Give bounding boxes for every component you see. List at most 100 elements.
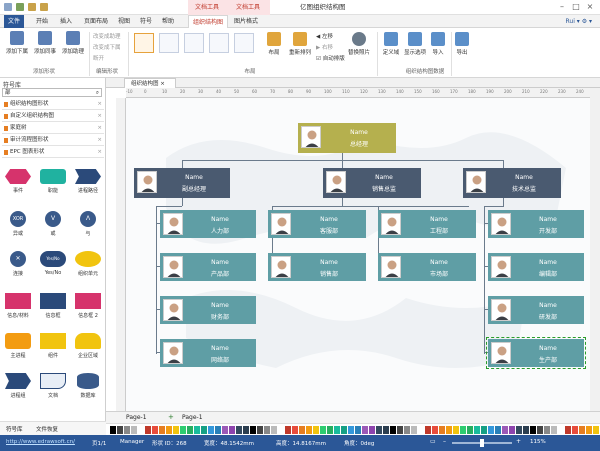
- vertical-scrollbar[interactable]: [590, 88, 600, 411]
- color-swatch[interactable]: [446, 426, 452, 434]
- color-swatch[interactable]: [187, 426, 193, 434]
- shape-connector[interactable]: ✕ 连接: [2, 251, 34, 277]
- color-swatch[interactable]: [285, 426, 291, 434]
- color-swatch[interactable]: [432, 426, 438, 434]
- undo-icon[interactable]: [28, 3, 36, 11]
- close-icon[interactable]: ×: [97, 135, 102, 146]
- tab-file-recovery[interactable]: 文件恢复: [36, 425, 58, 433]
- layout-style-4[interactable]: [209, 33, 229, 53]
- color-swatch[interactable]: [138, 426, 144, 434]
- color-swatch[interactable]: [565, 426, 571, 434]
- color-swatch[interactable]: [579, 426, 585, 434]
- color-palette[interactable]: [106, 423, 600, 435]
- color-swatch[interactable]: [229, 426, 235, 434]
- color-swatch[interactable]: [110, 426, 116, 434]
- shape-yes-no[interactable]: Yes/No Yes/No: [37, 251, 69, 276]
- color-swatch[interactable]: [236, 426, 242, 434]
- color-swatch[interactable]: [313, 426, 319, 434]
- shape-and[interactable]: Λ与: [72, 211, 104, 237]
- color-swatch[interactable]: [292, 426, 298, 434]
- search-input[interactable]: 部 ⌕: [2, 88, 102, 97]
- dept-node[interactable]: Name 工程部: [378, 210, 476, 238]
- color-swatch[interactable]: [439, 426, 445, 434]
- color-swatch[interactable]: [397, 426, 403, 434]
- color-swatch[interactable]: [159, 426, 165, 434]
- color-swatch[interactable]: [495, 426, 501, 434]
- color-swatch[interactable]: [131, 426, 137, 434]
- close-icon[interactable]: ×: [97, 111, 102, 122]
- color-swatch[interactable]: [572, 426, 578, 434]
- disconnect-button[interactable]: 断开: [93, 54, 104, 62]
- vp-node[interactable]: Name 副总经理: [134, 168, 230, 198]
- color-swatch[interactable]: [341, 426, 347, 434]
- dept-node[interactable]: Name 开发部: [488, 210, 584, 238]
- color-swatch[interactable]: [215, 426, 221, 434]
- shape-org-unit[interactable]: 组织单元: [72, 251, 104, 277]
- menu-help[interactable]: 帮助: [158, 15, 178, 28]
- close-icon[interactable]: ×: [160, 81, 165, 87]
- maximize-icon[interactable]: □: [570, 2, 582, 12]
- color-swatch[interactable]: [348, 426, 354, 434]
- color-swatch[interactable]: [208, 426, 214, 434]
- color-swatch[interactable]: [544, 426, 550, 434]
- shape-document[interactable]: 文档: [37, 373, 69, 399]
- color-swatch[interactable]: [355, 426, 361, 434]
- color-swatch[interactable]: [509, 426, 515, 434]
- page-tab-1[interactable]: Page-1: [126, 414, 147, 421]
- color-swatch[interactable]: [152, 426, 158, 434]
- fit-page-icon[interactable]: ▭: [430, 438, 436, 445]
- dept-node[interactable]: Name 市场部: [378, 253, 476, 281]
- library-org-chart-shapes[interactable]: 组织结构图形状 ×: [2, 99, 104, 110]
- shape-function[interactable]: 职能: [37, 169, 69, 194]
- color-swatch[interactable]: [334, 426, 340, 434]
- minimize-icon[interactable]: –: [556, 2, 568, 12]
- dept-node[interactable]: Name 销售部: [268, 253, 366, 281]
- close-icon[interactable]: ×: [97, 147, 102, 158]
- color-swatch[interactable]: [124, 426, 130, 434]
- color-swatch[interactable]: [271, 426, 277, 434]
- color-swatch[interactable]: [369, 426, 375, 434]
- to-subordinate-button[interactable]: 改变成下属: [93, 43, 121, 51]
- dept-node[interactable]: Name 生产部: [486, 337, 586, 369]
- shape-event[interactable]: 事件: [2, 169, 34, 194]
- website-link[interactable]: http://www.edrawsoft.cn/: [6, 439, 75, 445]
- library-custom-org-chart[interactable]: 自定义组织结构图 ×: [2, 111, 104, 122]
- color-swatch[interactable]: [327, 426, 333, 434]
- dept-node[interactable]: Name 财务部: [160, 296, 256, 324]
- color-swatch[interactable]: [194, 426, 200, 434]
- dept-node[interactable]: Name 客服部: [268, 210, 366, 238]
- shape-component[interactable]: 组件: [37, 333, 69, 359]
- dept-node[interactable]: Name 网络部: [160, 339, 256, 367]
- color-swatch[interactable]: [502, 426, 508, 434]
- menu-home[interactable]: 开始: [32, 15, 52, 28]
- define-data-button[interactable]: 定义域: [380, 32, 402, 56]
- color-swatch[interactable]: [523, 426, 529, 434]
- drawing-canvas[interactable]: Name 总经理 Name 副总经理 Name 销售总监 Name 技术总监 Name 人力部 Na…: [126, 98, 590, 411]
- add-subordinate-button[interactable]: 添加下属: [4, 31, 30, 55]
- color-swatch[interactable]: [173, 426, 179, 434]
- layout-style-2[interactable]: [159, 33, 179, 53]
- color-swatch[interactable]: [257, 426, 263, 434]
- color-swatch[interactable]: [418, 426, 424, 434]
- dept-node[interactable]: Name 编辑部: [488, 253, 584, 281]
- color-swatch[interactable]: [299, 426, 305, 434]
- page-tab-2[interactable]: Page-1: [182, 414, 203, 421]
- user-menu[interactable]: Rui ▾ ⚙ ▾: [566, 15, 593, 28]
- color-swatch[interactable]: [201, 426, 207, 434]
- auto-layout-checkbox[interactable]: ☑ 自动排版: [316, 54, 345, 62]
- shape-info-box-2[interactable]: 信息框 2: [72, 293, 104, 319]
- color-swatch[interactable]: [453, 426, 459, 434]
- shape-process-path[interactable]: 进程路径: [72, 169, 104, 194]
- zoom-in-icon[interactable]: +: [516, 438, 521, 445]
- color-swatch[interactable]: [362, 426, 368, 434]
- color-swatch[interactable]: [481, 426, 487, 434]
- close-icon[interactable]: ×: [97, 123, 102, 134]
- color-swatch[interactable]: [460, 426, 466, 434]
- color-swatch[interactable]: [250, 426, 256, 434]
- dept-node[interactable]: Name 研发部: [488, 296, 584, 324]
- layout-button[interactable]: 布局: [262, 32, 286, 56]
- dept-node[interactable]: Name 人力部: [160, 210, 256, 238]
- color-swatch[interactable]: [390, 426, 396, 434]
- export-button[interactable]: 导出: [452, 32, 472, 56]
- shape-or[interactable]: V或: [37, 211, 69, 237]
